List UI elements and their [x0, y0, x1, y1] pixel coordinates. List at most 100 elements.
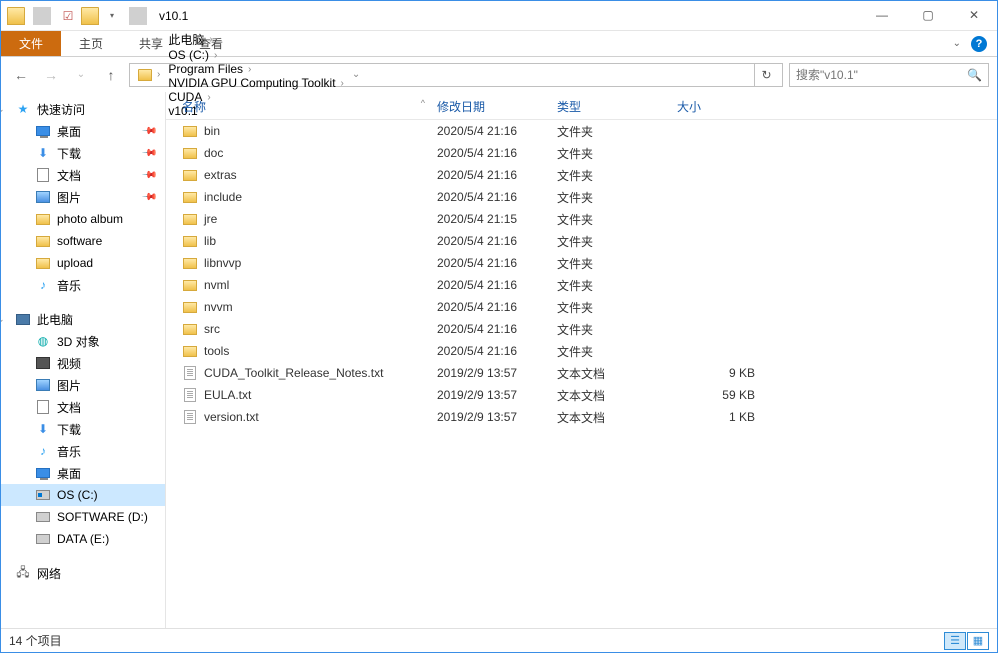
breadcrumb-segment[interactable]: 此电脑›: [164, 31, 348, 48]
breadcrumb-dropdown-icon[interactable]: ⌄: [348, 69, 364, 80]
file-row[interactable]: nvvm2020/5/4 21:16文件夹: [166, 296, 997, 318]
file-row[interactable]: bin2020/5/4 21:16文件夹: [166, 120, 997, 142]
breadcrumb-segment[interactable]: OS (C:)›: [164, 48, 348, 62]
file-modified: 2020/5/4 21:16: [437, 146, 557, 160]
file-row[interactable]: libnvvp2020/5/4 21:16文件夹: [166, 252, 997, 274]
nav-item-label: DATA (E:): [57, 532, 109, 546]
file-row[interactable]: doc2020/5/4 21:16文件夹: [166, 142, 997, 164]
breadcrumb-segment[interactable]: NVIDIA GPU Computing Toolkit›: [164, 76, 348, 90]
file-list[interactable]: 名称 ^ 修改日期 类型 大小 bin2020/5/4 21:16文件夹doc2…: [166, 92, 997, 628]
nav-quick-item[interactable]: upload: [1, 252, 165, 274]
nav-pc-item[interactable]: ⬇下载: [1, 418, 165, 440]
breadcrumb-root-icon[interactable]: ›: [134, 64, 164, 86]
minimize-button[interactable]: —: [859, 1, 905, 29]
file-name: tools: [204, 344, 229, 358]
nav-item-label: 音乐: [57, 277, 81, 294]
large-icons-view-button[interactable]: ▦: [967, 632, 989, 650]
pin-icon: 📌: [140, 189, 157, 206]
col-modified[interactable]: 修改日期: [437, 98, 557, 115]
txt-icon: [182, 365, 198, 381]
qat-checkbox-icon[interactable]: ☑: [59, 7, 77, 25]
nav-pc-item[interactable]: 图片: [1, 374, 165, 396]
file-name: nvml: [204, 278, 229, 292]
nav-item-label: OS (C:): [57, 488, 98, 502]
file-row[interactable]: CUDA_Toolkit_Release_Notes.txt2019/2/9 1…: [166, 362, 997, 384]
ribbon-tab-home[interactable]: 主页: [61, 31, 121, 56]
back-button[interactable]: ←: [9, 63, 33, 87]
file-row[interactable]: jre2020/5/4 21:15文件夹: [166, 208, 997, 230]
txt-icon: [182, 409, 198, 425]
file-row[interactable]: version.txt2019/2/9 13:57文本文档1 KB: [166, 406, 997, 428]
file-row[interactable]: lib2020/5/4 21:16文件夹: [166, 230, 997, 252]
file-modified: 2019/2/9 13:57: [437, 388, 557, 402]
col-name[interactable]: 名称 ^: [182, 98, 437, 115]
qat-folder-icon[interactable]: [81, 7, 99, 25]
ribbon-collapse-icon[interactable]: ⌄: [953, 38, 961, 49]
nav-quick-item[interactable]: 图片📌: [1, 186, 165, 208]
up-button[interactable]: ↑: [99, 63, 123, 87]
search-input[interactable]: [796, 68, 967, 82]
folder-icon: [35, 255, 51, 271]
search-icon[interactable]: 🔍: [967, 68, 982, 82]
nav-pc-item[interactable]: ◍3D 对象: [1, 330, 165, 352]
nav-pc-item[interactable]: DATA (E:): [1, 528, 165, 550]
nav-quick-access-label: 快速访问: [37, 101, 85, 118]
search-box[interactable]: 🔍: [789, 63, 989, 87]
folder-icon: [182, 211, 198, 227]
recent-locations-button[interactable]: ⌄: [69, 63, 93, 87]
maximize-button[interactable]: ▢: [905, 1, 951, 29]
nav-pc-item[interactable]: ♪音乐: [1, 440, 165, 462]
desktop-icon: [35, 123, 51, 139]
file-name: extras: [204, 168, 237, 182]
file-type: 文件夹: [557, 255, 677, 272]
breadcrumb-segment[interactable]: Program Files›: [164, 62, 348, 76]
chevron-down-icon[interactable]: ⌄: [1, 314, 7, 325]
close-button[interactable]: ✕: [951, 1, 997, 29]
nav-quick-item[interactable]: photo album: [1, 208, 165, 230]
forward-button[interactable]: →: [39, 63, 63, 87]
folder-icon: [182, 299, 198, 315]
col-size[interactable]: 大小: [677, 98, 767, 115]
details-view-button[interactable]: ☰: [944, 632, 966, 650]
nav-quick-access[interactable]: ⌄ ★ 快速访问: [1, 98, 165, 120]
file-name: include: [204, 190, 242, 204]
file-row[interactable]: src2020/5/4 21:16文件夹: [166, 318, 997, 340]
col-type[interactable]: 类型: [557, 98, 677, 115]
chevron-right-icon[interactable]: ›: [1, 568, 7, 578]
file-row[interactable]: extras2020/5/4 21:16文件夹: [166, 164, 997, 186]
file-name: version.txt: [204, 410, 259, 424]
nav-pc-item[interactable]: SOFTWARE (D:): [1, 506, 165, 528]
nav-quick-item[interactable]: 文档📌: [1, 164, 165, 186]
column-headers: 名称 ^ 修改日期 类型 大小: [166, 94, 997, 120]
file-type: 文本文档: [557, 365, 677, 382]
nav-pc-item[interactable]: 桌面: [1, 462, 165, 484]
qat-divider: [33, 7, 51, 25]
nav-this-pc[interactable]: ⌄ 此电脑: [1, 308, 165, 330]
file-row[interactable]: nvml2020/5/4 21:16文件夹: [166, 274, 997, 296]
file-modified: 2020/5/4 21:16: [437, 278, 557, 292]
file-modified: 2020/5/4 21:16: [437, 344, 557, 358]
refresh-button[interactable]: ↻: [754, 64, 778, 86]
status-bar: 14 个项目 ☰ ▦: [1, 628, 997, 652]
nav-network[interactable]: › 🖧 网络: [1, 562, 165, 584]
file-type: 文件夹: [557, 299, 677, 316]
ribbon-tab-file[interactable]: 文件: [1, 31, 61, 56]
nav-item-label: 视频: [57, 355, 81, 372]
folder-icon: [182, 233, 198, 249]
file-type: 文件夹: [557, 167, 677, 184]
breadcrumb-bar[interactable]: › 此电脑›OS (C:)›Program Files›NVIDIA GPU C…: [129, 63, 783, 87]
nav-pc-item[interactable]: OS (C:): [1, 484, 165, 506]
nav-quick-item[interactable]: software: [1, 230, 165, 252]
file-row[interactable]: tools2020/5/4 21:16文件夹: [166, 340, 997, 362]
nav-pc-item[interactable]: 文档: [1, 396, 165, 418]
nav-quick-item[interactable]: ♪音乐: [1, 274, 165, 296]
qat-overflow-icon[interactable]: ▾: [103, 7, 121, 25]
help-icon[interactable]: ?: [971, 36, 987, 52]
file-row[interactable]: EULA.txt2019/2/9 13:57文本文档59 KB: [166, 384, 997, 406]
nav-quick-item[interactable]: ⬇下载📌: [1, 142, 165, 164]
navigation-pane[interactable]: ⌄ ★ 快速访问 桌面📌⬇下载📌文档📌图片📌photo albumsoftwar…: [1, 92, 166, 628]
file-row[interactable]: include2020/5/4 21:16文件夹: [166, 186, 997, 208]
nav-pc-item[interactable]: 视频: [1, 352, 165, 374]
chevron-down-icon[interactable]: ⌄: [1, 104, 7, 115]
nav-quick-item[interactable]: 桌面📌: [1, 120, 165, 142]
